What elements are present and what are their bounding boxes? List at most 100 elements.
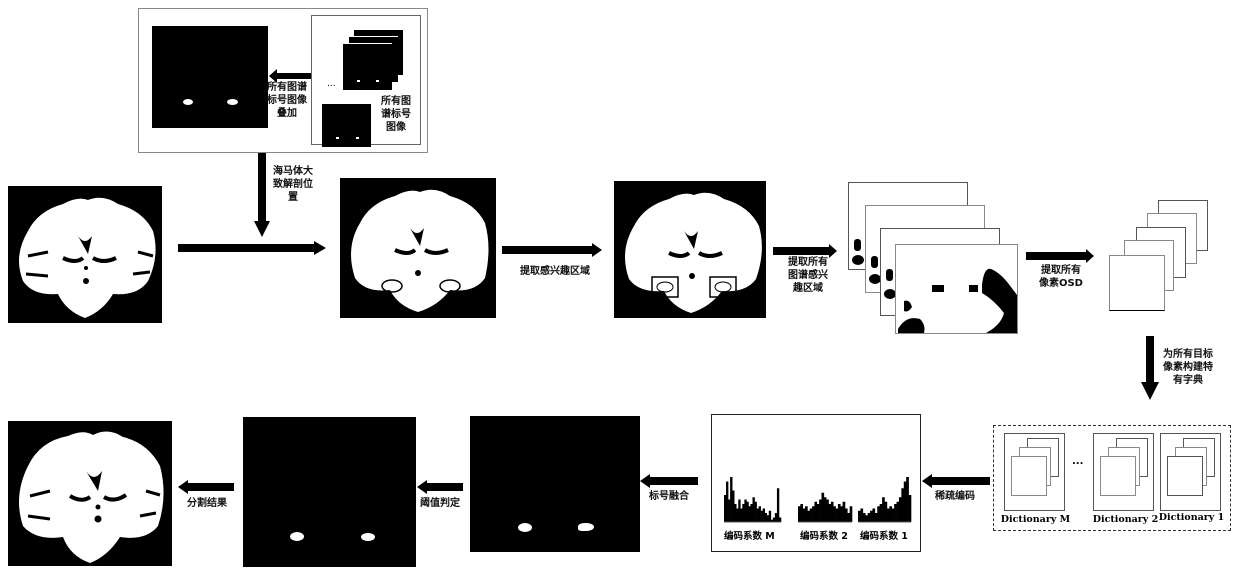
coefficient-bar — [821, 492, 825, 522]
coefficient-bar — [862, 513, 866, 522]
coefficient-bar — [744, 499, 747, 522]
coefficient-bar — [872, 508, 876, 522]
dictionary-1 — [1160, 433, 1221, 511]
coefficient-bar — [882, 497, 885, 522]
coefficient-bar — [828, 504, 832, 522]
coefficient-1-label: 编码系数 1 — [860, 531, 908, 542]
coefficient-bar — [760, 510, 763, 522]
arrow-left-icon — [178, 480, 234, 494]
coefficient-bar — [837, 504, 841, 522]
atlas-labels-panel: ... 所有图 谱标号 图像 — [311, 15, 421, 147]
coefficient-bar — [877, 506, 880, 522]
atlas-superposition-panel: 所有图谱 标号图像 叠加 ... 所有图 谱标号 图像 — [138, 8, 428, 153]
coefficient-bar — [752, 497, 755, 522]
extract-osd-label: 提取所有 像素OSD — [1038, 265, 1083, 289]
coefficient-bar — [879, 504, 883, 522]
thresholded-label-image — [243, 417, 416, 567]
coefficient-bar — [812, 506, 815, 522]
coefficient-bar — [802, 508, 806, 522]
atlas-label-image-single — [322, 104, 371, 147]
osd-sheet-1 — [1109, 255, 1165, 311]
fused-label-image — [470, 416, 640, 552]
roi-shape — [898, 268, 1017, 333]
coefficient-bar — [726, 481, 729, 522]
coefficient-bar — [778, 517, 782, 522]
dictionary-m — [1004, 433, 1065, 511]
coefficient-bar — [758, 506, 761, 522]
coefficient-bar — [891, 508, 895, 522]
coefficient-bar — [826, 499, 829, 522]
arrow-left-icon — [922, 474, 990, 488]
coefficients-panel: 编码系数 M 编码系数 2 编码系数 1 — [711, 414, 921, 552]
arrow-right-icon — [178, 241, 326, 255]
coefficient-bar — [906, 477, 909, 522]
coefficient-bar — [908, 495, 912, 522]
atlas-labels-label: 所有图 谱标号 图像 — [381, 96, 411, 133]
coefficient-bar — [823, 497, 827, 522]
coefficient-bar — [807, 510, 811, 522]
coefficient-bar — [867, 513, 871, 522]
coefficient-bar — [798, 506, 801, 522]
coefficient-bar — [734, 504, 737, 522]
hippocampus-blob-left — [183, 99, 193, 105]
coefficient-bar — [740, 508, 743, 522]
coefficient-bar — [860, 508, 864, 522]
superposition-label: 所有图谱 标号图像 叠加 — [267, 82, 307, 119]
coefficient-bar — [858, 510, 861, 522]
atlas-ellipsis: ... — [327, 79, 336, 89]
coefficient-bar — [844, 508, 848, 522]
coefficient-bar — [835, 508, 839, 522]
coefficient-bar — [901, 488, 905, 522]
atlas-roi-sheet-1 — [895, 244, 1018, 334]
coefficient-bar — [898, 497, 902, 522]
coefficient-bar — [762, 508, 766, 522]
threshold-label: 阈值判定 — [420, 498, 460, 509]
arrow-down-icon — [1141, 336, 1159, 400]
brain-shape — [625, 192, 762, 313]
dictionary-ellipsis: ... — [1072, 456, 1084, 467]
brain-shape — [351, 189, 489, 312]
dictionary-m-label: Dictionary M — [1000, 514, 1071, 525]
coefficient-bar — [738, 499, 741, 522]
brain-with-position-image — [340, 178, 496, 318]
coefficient-bar — [750, 504, 753, 522]
coefficient-bar — [766, 515, 770, 522]
extract-atlas-roi-label: 提取所有 图谱感兴 趣区域 — [788, 257, 828, 294]
coefficient-bar — [774, 513, 778, 522]
coefficient-bar — [903, 481, 907, 522]
dictionary-1-label: Dictionary 1 — [1158, 512, 1225, 523]
coefficient-bar — [748, 506, 751, 522]
coefficient-bar — [809, 508, 813, 522]
coefficient-bar — [736, 508, 739, 522]
coefficient-bar — [814, 501, 818, 522]
arrow-right-icon — [1026, 249, 1094, 263]
brain-shape — [19, 431, 164, 563]
superposed-label-image — [152, 26, 268, 128]
coefficient-bar — [874, 513, 878, 522]
brain-shape — [19, 197, 156, 318]
coefficient-bar — [756, 508, 759, 522]
arrow-left-icon — [417, 480, 463, 494]
coefficient-bar — [732, 490, 735, 522]
coefficient-bar — [849, 506, 853, 522]
coefficient-bar — [754, 501, 757, 522]
coefficient-bar — [896, 501, 900, 522]
coefficient-bar — [842, 501, 846, 522]
coefficient-bar — [768, 510, 772, 522]
coefficient-bar — [805, 506, 808, 522]
arrow-right-icon — [502, 243, 602, 257]
dictionaries-panel: ... Dictionary M Dictionary 2 Dictionary… — [993, 425, 1231, 531]
segmentation-result-image — [8, 421, 172, 566]
label-fusion-label: 标号融合 — [649, 491, 689, 502]
coefficient-bar — [728, 499, 731, 522]
coefficient-2-label: 编码系数 2 — [800, 531, 848, 542]
extract-roi-label: 提取感兴趣区域 — [520, 266, 590, 277]
coefficient-bar — [800, 504, 803, 522]
target-brain-image — [8, 186, 162, 323]
atlas-label-image-stack-1 — [342, 43, 392, 90]
coefficient-bar — [724, 495, 727, 522]
arrow-down-icon — [254, 153, 270, 237]
hippocampus-blob-right — [227, 99, 238, 105]
anatomical-position-label: 海马体大 致解剖位 置 — [273, 166, 313, 203]
segmentation-result-label: 分割结果 — [187, 498, 227, 509]
